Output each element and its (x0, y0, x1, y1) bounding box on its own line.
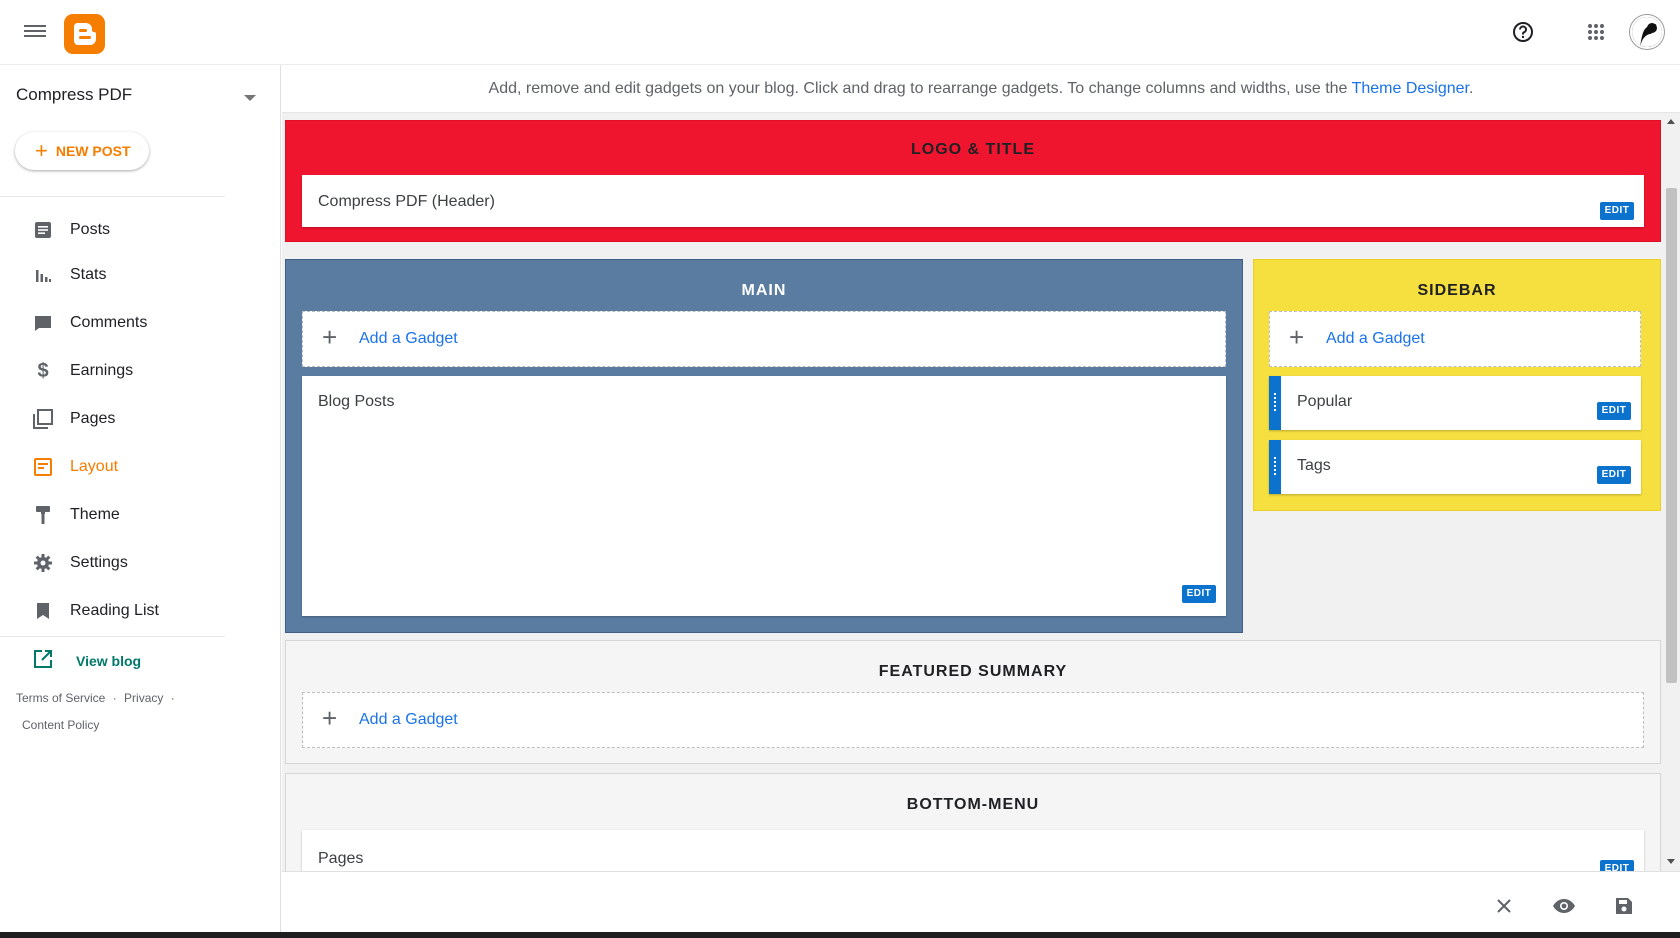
sidebar-item-label: Settings (70, 554, 128, 571)
open-in-new-icon (33, 649, 53, 674)
scrollbar-thumb[interactable] (1666, 188, 1677, 683)
edit-button[interactable]: EDIT (1600, 202, 1634, 220)
editor-action-bar (282, 871, 1680, 938)
new-post-label: NEW POST (55, 143, 131, 159)
edit-button[interactable]: EDIT (1182, 585, 1216, 603)
save-icon[interactable] (1612, 894, 1636, 918)
help-icon[interactable] (1509, 18, 1537, 46)
sidebar-item-pages[interactable]: Pages (0, 397, 260, 441)
separator: · (112, 691, 117, 705)
gadget-name: Tags (1297, 457, 1331, 474)
sidebar-item-label: Layout (70, 458, 119, 475)
separator: · (170, 691, 175, 705)
add-gadget-label: Add a Gadget (359, 711, 458, 728)
theme-designer-link[interactable]: Theme Designer (1352, 80, 1469, 97)
view-blog-label: View blog (76, 653, 142, 669)
gadget-name: Compress PDF (Header) (318, 193, 495, 210)
section-main: MAIN + Add a Gadget Blog Posts EDIT (285, 259, 1243, 633)
add-gadget-button[interactable]: + Add a Gadget (1269, 311, 1641, 367)
sidebar-item-layout[interactable]: Layout (0, 445, 260, 489)
sidebar-item-label: Reading List (70, 602, 159, 619)
gadget-popular[interactable]: Popular EDIT (1269, 376, 1641, 430)
navigation-drawer: Compress PDF + NEW POST Posts Stats Comm… (0, 65, 281, 938)
layout-canvas: LOGO & TITLE Compress PDF (Header) EDIT … (282, 113, 1662, 933)
sidebar-item-reading-list[interactable]: Reading List (0, 589, 260, 633)
gadget-blog-posts[interactable]: Blog Posts EDIT (302, 376, 1226, 616)
section-title: FEATURED SUMMARY (878, 663, 1068, 680)
section-featured-summary: FEATURED SUMMARY + Add a Gadget (285, 640, 1661, 764)
layout-icon (33, 457, 53, 477)
hint-text: Add, remove and edit gadgets on your blo… (488, 80, 1352, 97)
comments-icon (33, 313, 53, 333)
sidebar-item-stats[interactable]: Stats (0, 253, 260, 297)
sidebar-item-comments[interactable]: Comments (0, 301, 260, 345)
blog-name: Compress PDF (16, 85, 133, 104)
content-policy-link[interactable]: Content Policy (22, 718, 99, 732)
paint-roller-icon (33, 505, 53, 525)
drag-handle-icon[interactable] (1269, 376, 1281, 430)
gadget-tags[interactable]: Tags EDIT (1269, 440, 1641, 494)
section-logo-title: LOGO & TITLE Compress PDF (Header) EDIT (285, 120, 1661, 242)
scroll-up-arrow-icon[interactable] (1667, 119, 1675, 124)
gadget-name: Popular (1297, 393, 1353, 410)
os-taskbar (0, 932, 1680, 938)
close-icon[interactable] (1492, 894, 1516, 918)
view-blog-link[interactable]: View blog (0, 641, 260, 681)
plus-icon: + (322, 703, 338, 733)
scroll-down-arrow-icon[interactable] (1667, 859, 1675, 864)
section-sidebar: SIDEBAR + Add a Gadget Popular EDIT Tags… (1253, 259, 1661, 511)
sidebar-item-label: Earnings (70, 362, 134, 379)
stats-icon (33, 265, 53, 285)
blogger-logo[interactable] (64, 14, 105, 54)
plus-icon: + (35, 138, 48, 163)
apps-grid-icon[interactable] (1582, 18, 1610, 46)
gadget-name: Pages (318, 850, 364, 867)
divider (0, 636, 225, 637)
sidebar-item-label: Comments (70, 314, 148, 331)
gadget-name: Blog Posts (318, 393, 395, 410)
bookmark-icon (33, 601, 53, 621)
add-gadget-button[interactable]: + Add a Gadget (302, 692, 1644, 748)
add-gadget-label: Add a Gadget (359, 330, 458, 347)
posts-icon (33, 220, 53, 240)
drag-handle-icon[interactable] (1269, 440, 1281, 494)
footer-links: Terms of Service · Privacy · Content Pol… (16, 685, 216, 739)
sidebar-item-posts[interactable]: Posts (0, 208, 260, 252)
hamburger-menu-icon[interactable] (24, 22, 46, 42)
section-title: MAIN (741, 282, 787, 299)
divider (0, 196, 225, 197)
top-app-bar (0, 0, 1680, 65)
sidebar-item-earnings[interactable]: $ Earnings (0, 349, 260, 393)
plus-icon: + (1289, 322, 1305, 352)
section-title: LOGO & TITLE (911, 141, 1035, 158)
gadget-header[interactable]: Compress PDF (Header) EDIT (302, 175, 1644, 227)
sidebar-item-theme[interactable]: Theme (0, 493, 260, 537)
add-gadget-button[interactable]: + Add a Gadget (302, 311, 1226, 367)
layout-hint: Add, remove and edit gadgets on your blo… (282, 65, 1680, 113)
privacy-link[interactable]: Privacy (124, 691, 163, 705)
pages-icon (33, 409, 53, 429)
sidebar-item-settings[interactable]: Settings (0, 541, 260, 585)
new-post-button[interactable]: + NEW POST (15, 132, 149, 170)
blog-selector[interactable]: Compress PDF (16, 85, 256, 115)
add-gadget-label: Add a Gadget (1326, 330, 1425, 347)
edit-button[interactable]: EDIT (1597, 466, 1631, 484)
dollar-icon: $ (37, 359, 49, 382)
dropdown-caret-icon (244, 95, 256, 101)
sidebar-item-label: Posts (70, 221, 111, 238)
gear-icon (33, 553, 53, 573)
plus-icon: + (322, 322, 338, 352)
terms-link[interactable]: Terms of Service (16, 691, 105, 705)
account-avatar[interactable] (1630, 15, 1664, 49)
section-title: SIDEBAR (1417, 282, 1497, 299)
sidebar-item-label: Theme (70, 506, 120, 523)
layout-editor: Add, remove and edit gadgets on your blo… (282, 65, 1680, 938)
edit-button[interactable]: EDIT (1597, 402, 1631, 420)
sidebar-item-label: Pages (70, 410, 116, 427)
sidebar-item-label: Stats (70, 266, 107, 283)
section-title: BOTTOM-MENU (906, 796, 1040, 813)
preview-eye-icon[interactable] (1552, 894, 1576, 918)
hint-suffix: . (1469, 80, 1474, 97)
vertical-scrollbar[interactable] (1662, 113, 1680, 871)
